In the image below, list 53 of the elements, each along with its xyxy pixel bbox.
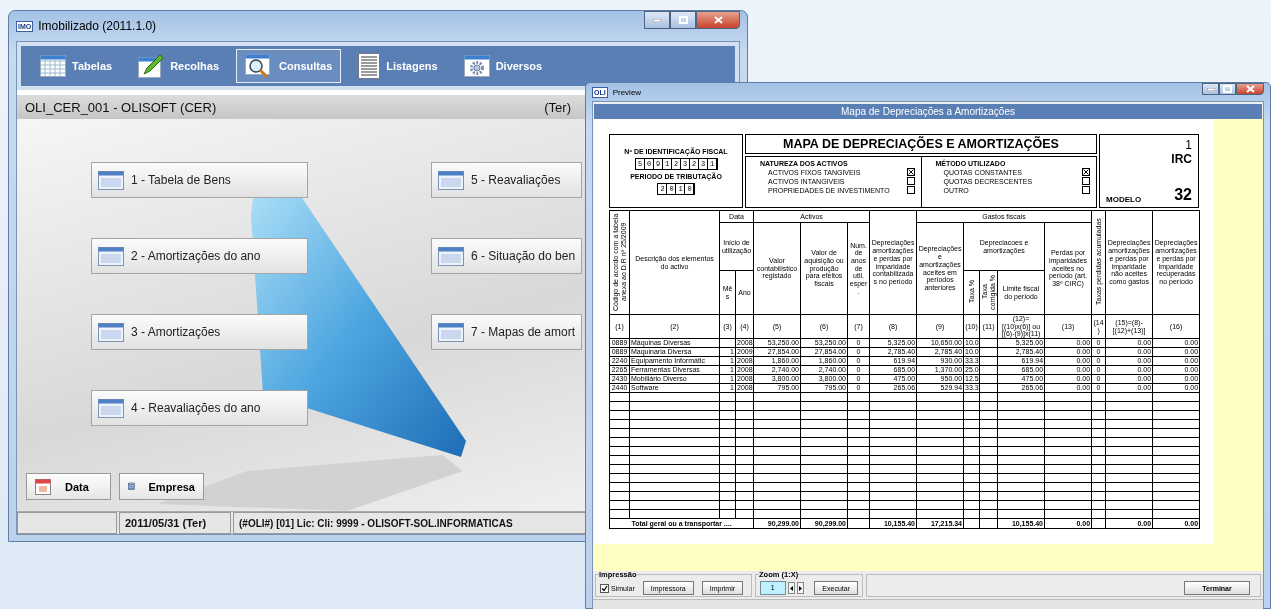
model-number: 32 [1174,186,1192,204]
gear-icon [463,55,490,77]
minimize-button[interactable] [1202,83,1219,95]
grid-icon [40,55,66,77]
toolbar-button[interactable]: Recolhas [129,49,229,83]
menu-button[interactable]: 1 - Tabela de Bens [91,162,308,198]
toolbar-button[interactable]: Empresa [119,473,204,500]
minimize-button[interactable] [644,11,670,29]
toolbar-button[interactable]: Diversos [454,49,552,83]
window-title: Imobilizado (2011.1.0) [38,19,157,33]
company-label: OLI_CER_001 - OLISOFT (CER) [25,99,217,115]
minimize-icon [1206,87,1215,91]
toolbar-button[interactable]: Listagens [349,49,447,83]
window-icon [438,246,464,266]
increase-button[interactable] [796,582,805,594]
window-icon [98,246,124,266]
maximize-button[interactable] [670,11,696,29]
pencil-icon [138,54,165,78]
right-arrow-icon [799,585,803,591]
maximize-button[interactable] [1219,83,1236,95]
status-text: 2011/05/31 (Ter) [125,517,207,529]
menu-button[interactable]: 2 - Amortizações do ano [91,238,308,274]
menu-button[interactable]: 7 - Mapas de amort [431,314,583,350]
toolbar-button[interactable]: Tabelas [31,49,122,83]
toolbar-button[interactable]: Data [26,473,111,500]
calendar-icon [35,478,51,495]
window-icon [98,398,124,418]
menu-button[interactable]: 5 - Reavaliações [431,162,583,198]
close-icon [1245,85,1255,93]
window-title: Preview [612,87,642,97]
menu-button[interactable]: 3 - Amortizações [91,314,308,350]
tax-label: IRC [1171,152,1192,166]
page-number: 1 [1185,138,1192,152]
minimize-icon [653,18,661,22]
model-label: MODELO [1106,195,1142,204]
maximize-icon [678,16,688,24]
menu-button[interactable]: 4 - Reavaliações do ano [91,390,308,426]
close-button[interactable] [1236,83,1264,95]
status-text: (#OLI#) [01] Lic: Cli: 9999 - OLISOFT-SOL.INFORMATICAS [239,517,513,529]
form-title: MAPA DE DEPRECIAÇÕES E AMORTIZAÇÕES [745,134,1097,154]
maximize-icon [1223,85,1232,93]
window-icon [438,322,464,342]
weekday-label: (Ter) [544,99,571,115]
close-icon [713,16,723,24]
window-icon [438,170,464,190]
left-arrow-icon [789,585,793,591]
close-button[interactable] [696,11,740,29]
menu-button[interactable]: 6 - Situação do ben [431,238,583,274]
list-icon [358,53,381,79]
decrease-button[interactable] [787,582,795,594]
window-icon [98,322,124,342]
window-icon [98,170,124,190]
report-title: Mapa de Depreciações a Amortizações [594,104,1262,119]
